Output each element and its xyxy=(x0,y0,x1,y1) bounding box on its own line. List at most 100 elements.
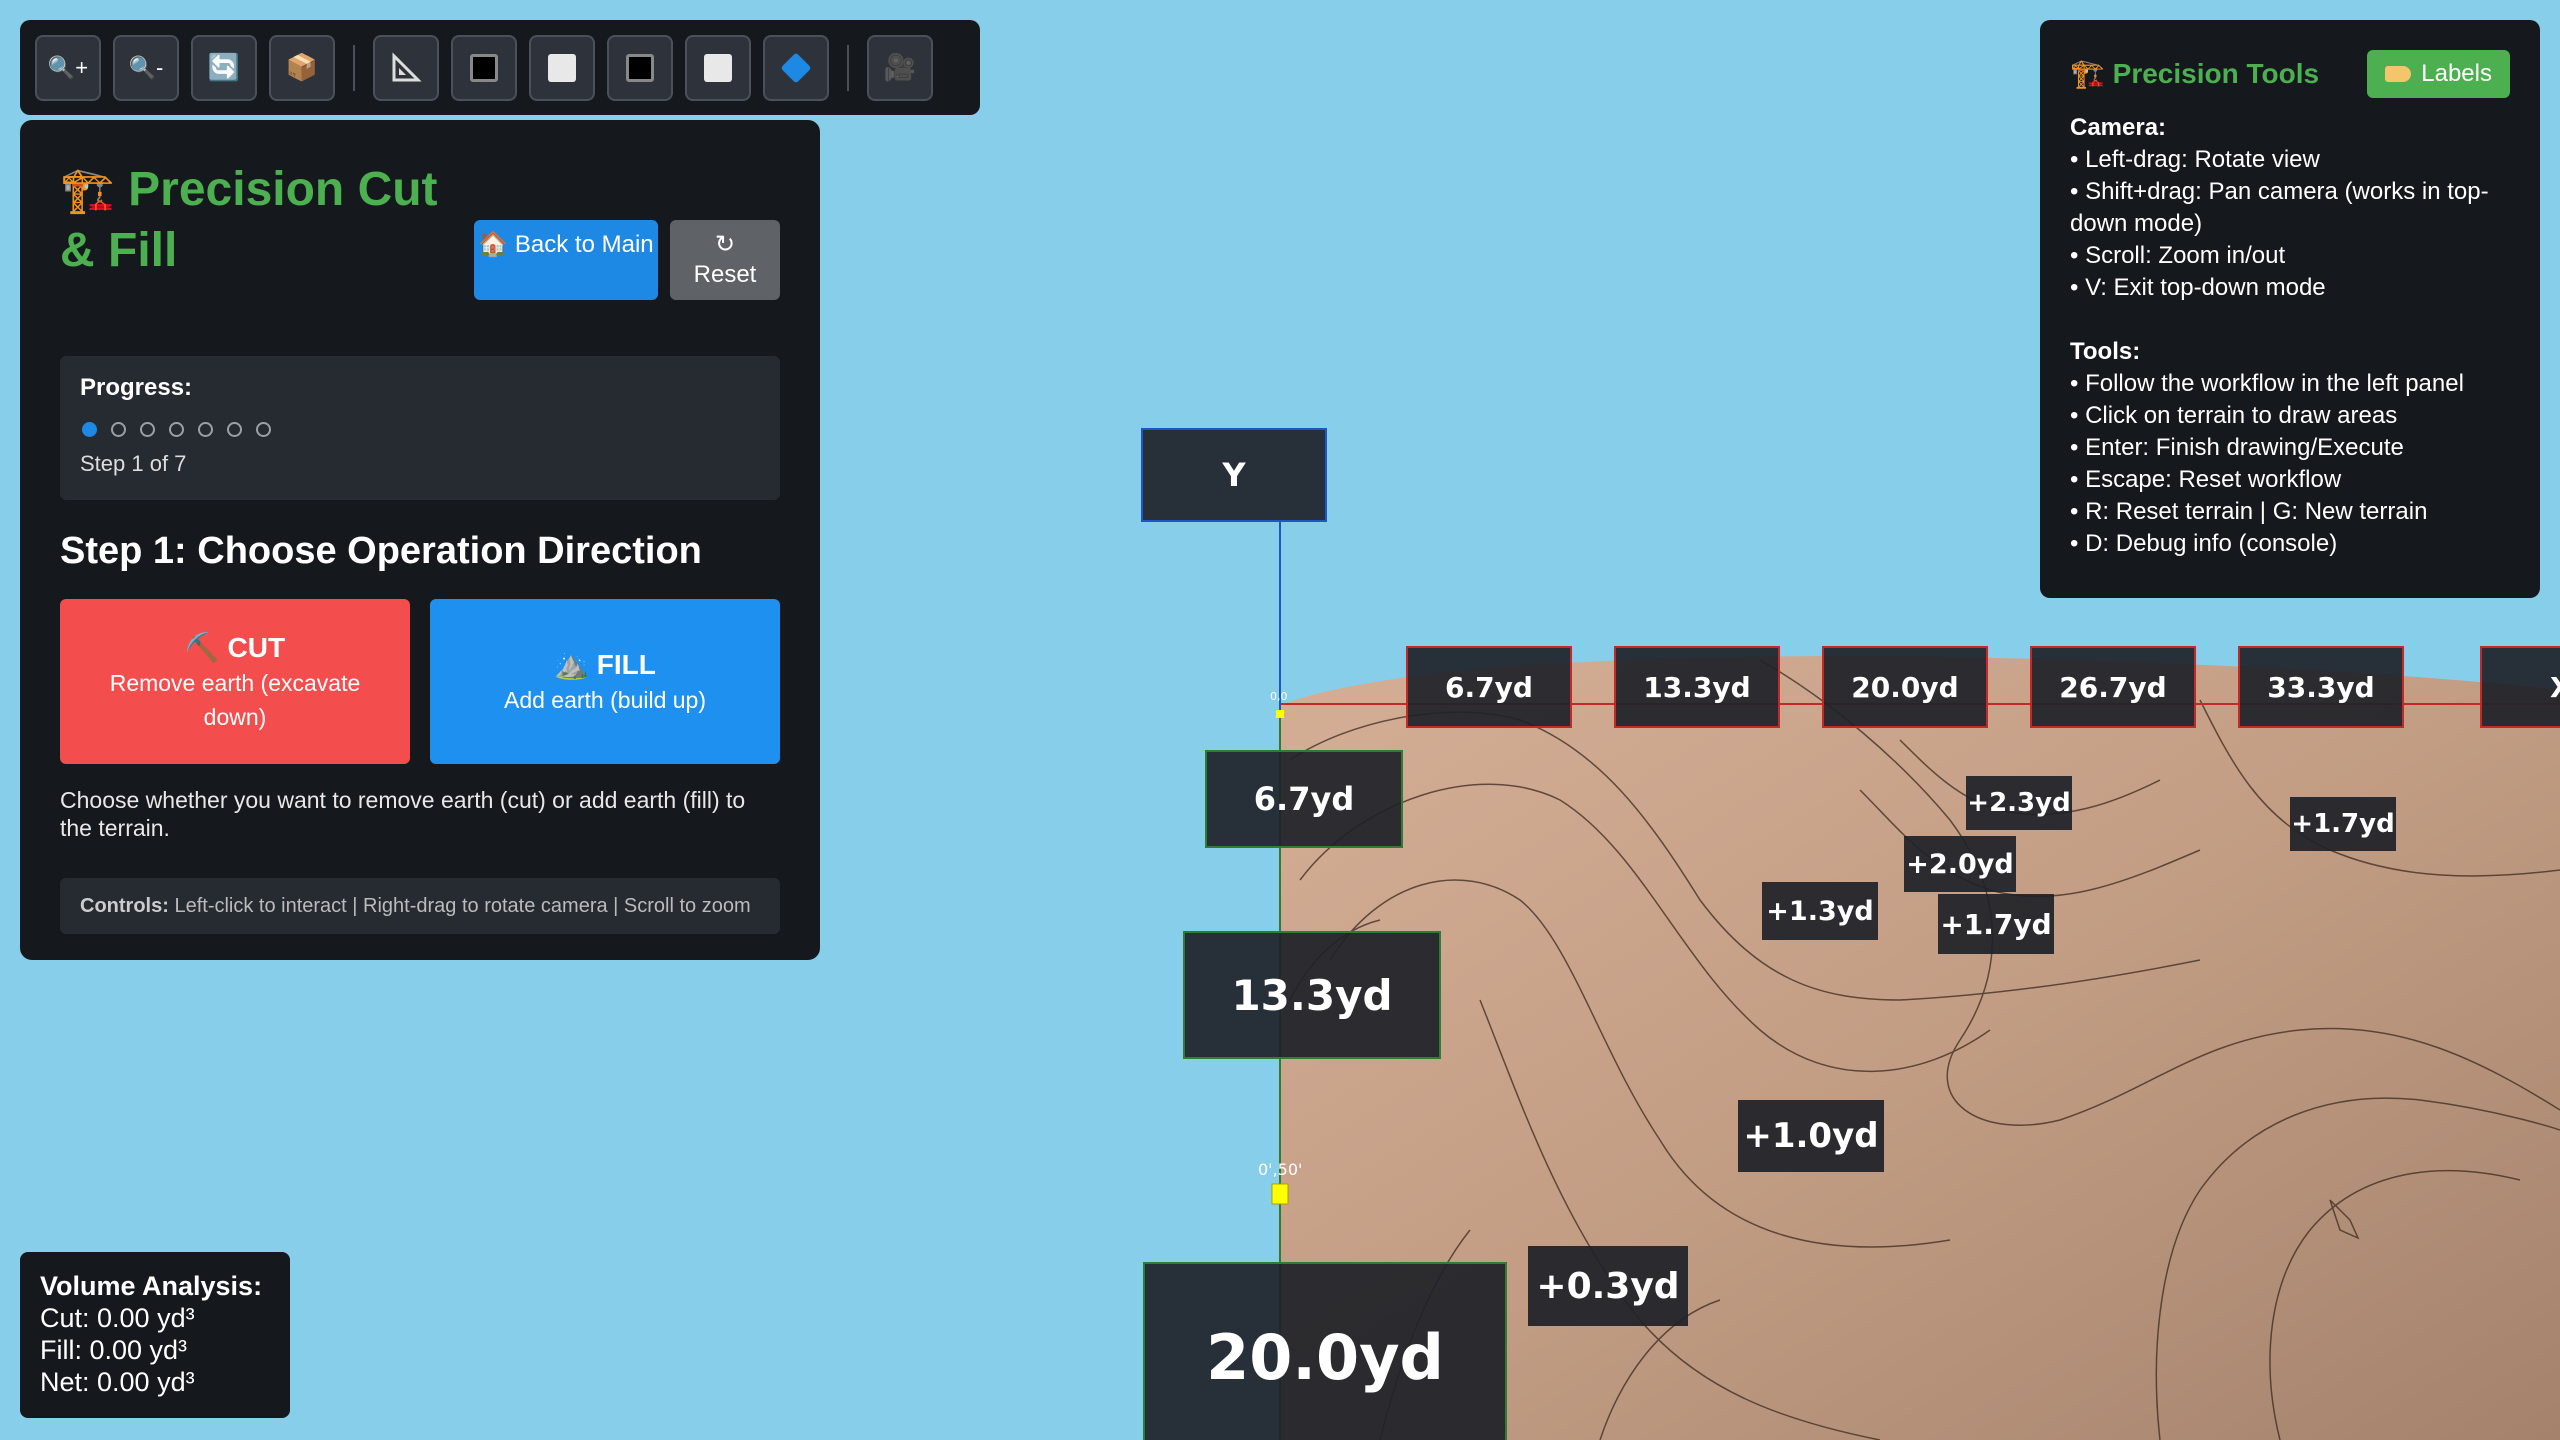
volume-title: Volume Analysis: xyxy=(40,1271,263,1301)
side-ruler-label: 6.7yd xyxy=(1205,750,1403,848)
white-square-icon xyxy=(704,53,732,82)
progress-label: Progress: xyxy=(80,374,193,401)
mountain-icon: ⛰️ xyxy=(554,648,589,680)
spot-elevation-label: +0.3yd xyxy=(1528,1246,1688,1326)
top-ruler-label: X xyxy=(2480,646,2560,728)
progress-dot xyxy=(256,422,271,437)
black-square-icon xyxy=(626,53,654,82)
help-title-text: Precision Tools xyxy=(2112,58,2320,89)
progress-dot xyxy=(169,422,184,437)
y-axis-label: Y xyxy=(1141,428,1327,522)
progress-box: Progress: Step 1 of 7 xyxy=(60,356,780,500)
spot-elevation-label: +1.7yd xyxy=(1938,894,2054,954)
progress-dot xyxy=(82,422,97,437)
volume-fill: Fill: 0.00 yd³ xyxy=(40,1335,188,1365)
progress-step-text: Step 1 of 7 xyxy=(80,451,187,476)
pick-icon: ⛏️ xyxy=(184,631,220,663)
refresh-button[interactable]: 🔄 xyxy=(191,34,257,101)
spot-elevation-label: +2.0yd xyxy=(1904,836,2016,892)
blue-diamond-icon xyxy=(780,51,812,84)
fill-label: FILL xyxy=(596,648,656,680)
black-square-icon xyxy=(470,53,498,82)
fill-button[interactable]: ⛰️ FILL Add earth (build up) xyxy=(430,599,780,764)
precision-tools-panel: 🏗️ Precision Tools Labels Camera: • Left… xyxy=(2040,20,2540,598)
camera-icon: 🎥 xyxy=(883,52,917,82)
view-white-2-button[interactable] xyxy=(685,34,751,101)
camera-button[interactable]: 🎥 xyxy=(867,34,933,101)
volume-cut: Cut: 0.00 yd³ xyxy=(40,1303,195,1333)
reset-icon: ↻ xyxy=(714,231,736,258)
volume-analysis-panel: Volume Analysis: Cut: 0.00 yd³ Fill: 0.0… xyxy=(20,1252,290,1418)
white-square-icon xyxy=(548,53,576,82)
spot-elevation-label: +2.3yd xyxy=(1966,776,2072,830)
cut-label: CUT xyxy=(227,631,286,663)
progress-dot xyxy=(111,422,126,437)
help-item: • Enter: Finish drawing/Execute xyxy=(2070,434,2404,461)
top-ruler-label: 26.7yd xyxy=(2030,646,2196,728)
help-item: • Scroll: Zoom in/out xyxy=(2070,242,2286,269)
camera-heading: Camera: xyxy=(2070,114,2167,141)
step-description: Choose whether you want to remove earth … xyxy=(60,787,746,841)
camera-help-section: Camera: • Left-drag: Rotate view • Shift… xyxy=(2070,112,2510,304)
cut-description: Remove earth (excavate down) xyxy=(109,669,361,730)
reset-label: Reset xyxy=(693,261,757,288)
controls-text: Left-click to interact | Right-drag to r… xyxy=(174,895,751,917)
help-item: • Follow the workflow in the left panel xyxy=(2070,370,2464,397)
spot-elevation-label: +1.0yd xyxy=(1738,1100,1884,1172)
progress-dots xyxy=(82,422,760,437)
help-item: • Left-drag: Rotate view xyxy=(2070,146,2320,173)
labels-button-label: Labels xyxy=(2421,60,2492,87)
step-title: Step 1: Choose Operation Direction xyxy=(60,530,702,572)
top-ruler-label: 13.3yd xyxy=(1614,646,1780,728)
box-button[interactable]: 📦 xyxy=(269,34,335,101)
view-black-button[interactable] xyxy=(451,34,517,101)
help-item: • Escape: Reset workflow xyxy=(2070,466,2342,493)
zoom-in-button[interactable]: 🔍+ xyxy=(35,34,101,101)
view-white-button[interactable] xyxy=(529,34,595,101)
progress-dot xyxy=(227,422,242,437)
volume-net: Net: 0.00 yd³ xyxy=(40,1367,195,1397)
workflow-panel: 🏗️ Precision Cut & Fill 🏠 Back to Main ↻… xyxy=(20,120,820,960)
help-item: • V: Exit top-down mode xyxy=(2070,274,2326,301)
toolbar: 🔍+ 🔍- 🔄 📦 🎥 xyxy=(20,20,980,115)
view-black-2-button[interactable] xyxy=(607,34,673,101)
reset-button[interactable]: ↻ Reset xyxy=(670,220,780,300)
back-to-main-label: Back to Main xyxy=(514,231,654,258)
marker-label: 0',50' xyxy=(1258,1160,1303,1179)
progress-dot xyxy=(140,422,155,437)
cut-button[interactable]: ⛏️ CUT Remove earth (excavate down) xyxy=(60,599,410,764)
crane-icon: 🏗️ xyxy=(60,166,115,215)
controls-label: Controls: xyxy=(80,895,169,917)
spot-elevation-label: +1.7yd xyxy=(2290,797,2396,851)
tools-heading: Tools: xyxy=(2070,338,2141,365)
controls-hint: Controls: Left-click to interact | Right… xyxy=(60,878,780,934)
refresh-icon: 🔄 xyxy=(207,52,241,82)
top-ruler-label: 6.7yd xyxy=(1406,646,1572,728)
zoom-out-icon: 🔍- xyxy=(128,54,164,80)
spot-elevation-label: +1.3yd xyxy=(1762,882,1878,940)
toolbar-divider xyxy=(353,44,355,91)
labels-toggle-button[interactable]: Labels xyxy=(2367,50,2510,98)
top-ruler-label: 33.3yd xyxy=(2238,646,2404,728)
help-item: • D: Debug info (console) xyxy=(2070,530,2338,557)
diamond-button[interactable] xyxy=(763,34,829,101)
zoom-in-icon: 🔍+ xyxy=(47,54,89,80)
tag-icon xyxy=(2385,66,2412,82)
fill-description: Add earth (build up) xyxy=(503,686,706,713)
top-ruler-label: 20.0yd xyxy=(1822,646,1988,728)
help-item: • Click on terrain to draw areas xyxy=(2070,402,2398,429)
side-ruler-label: 20.0yd xyxy=(1143,1262,1507,1440)
tools-help-section: Tools: • Follow the workflow in the left… xyxy=(2070,336,2510,560)
home-icon: 🏠 xyxy=(478,231,509,258)
panel-title: 🏗️ Precision Cut & Fill xyxy=(60,160,474,281)
side-ruler-label: 13.3yd xyxy=(1183,931,1441,1059)
origin-label: 0,0 xyxy=(1270,690,1288,703)
measure-button[interactable] xyxy=(373,34,439,101)
triangle-ruler-icon xyxy=(392,51,422,81)
crane-icon: 🏗️ xyxy=(2070,58,2105,89)
help-item: • Shift+drag: Pan camera (works in top-d… xyxy=(2070,178,2489,237)
zoom-out-button[interactable]: 🔍- xyxy=(113,34,179,101)
back-to-main-button[interactable]: 🏠 Back to Main xyxy=(474,220,658,300)
progress-dot xyxy=(198,422,213,437)
help-title: 🏗️ Precision Tools xyxy=(2070,58,2319,90)
